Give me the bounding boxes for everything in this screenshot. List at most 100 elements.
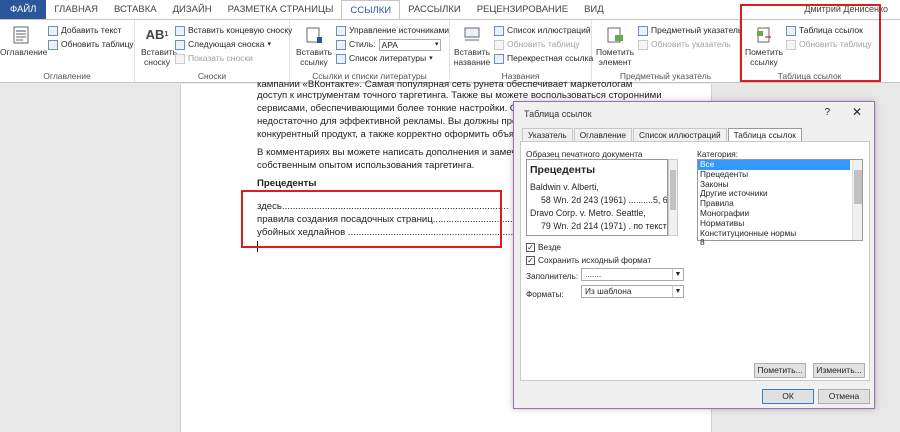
show-notes-label: Показать сноски <box>188 53 253 63</box>
keep-format-checkbox[interactable]: ✓ Сохранить исходный формат <box>526 255 651 265</box>
scrollbar-thumb[interactable] <box>854 170 862 204</box>
checkmark-icon: ✓ <box>526 255 535 265</box>
ok-button[interactable]: ОК <box>762 389 814 404</box>
leader-select[interactable]: ....... ▼ <box>581 268 684 281</box>
category-label: Категория: <box>697 149 739 159</box>
insert-table-figures-label: Список иллюстраций <box>507 25 591 35</box>
preview-label: Образец печатного документа <box>526 149 643 159</box>
cross-reference-button[interactable]: Перекрестная ссылка <box>494 52 593 65</box>
manage-sources-icon <box>336 25 346 36</box>
update-icon <box>638 39 648 50</box>
formats-label: Форматы: <box>526 289 564 299</box>
tab-view[interactable]: ВИД <box>576 0 612 20</box>
insert-footnote-button[interactable]: AB 1 Вставить сноску <box>141 22 177 67</box>
dialog-tabs: Указатель Оглавление Список иллюстраций … <box>522 128 803 141</box>
highlight-box-document <box>241 190 502 248</box>
update-index-button[interactable]: Обновить указатель <box>638 38 731 51</box>
insert-table-figures-button[interactable]: Список иллюстраций <box>494 24 591 37</box>
insert-footnote-label: Вставить сноску <box>141 47 178 67</box>
index-icon <box>638 25 648 36</box>
tab-references[interactable]: ССЫЛКИ <box>341 0 401 20</box>
add-text-button[interactable]: Добавить текст <box>48 24 121 37</box>
tab-table-authorities[interactable]: Таблица ссылок <box>727 128 802 141</box>
chevron-down-icon: ▼ <box>672 286 683 297</box>
mark-entry-icon <box>604 24 626 46</box>
preview-line: Dravo Corp. v. Metro. Seattle, <box>530 208 646 218</box>
close-icon[interactable]: ✕ <box>852 105 862 119</box>
chevron-down-icon: ▾ <box>267 41 271 48</box>
preview-scrollbar[interactable] <box>668 159 678 236</box>
insert-index-button[interactable]: Предметный указатель <box>638 24 742 37</box>
update-icon <box>494 39 504 50</box>
manage-sources-label: Управление источниками <box>349 25 450 35</box>
mark-entry-button[interactable]: Пометить элемент <box>594 22 636 67</box>
bibliography-label: Список литературы <box>349 53 427 63</box>
chevron-down-icon: ▾ <box>435 40 439 48</box>
table-figures-icon <box>494 25 504 36</box>
help-icon[interactable]: ? <box>824 107 830 118</box>
manage-sources-button[interactable]: Управление источниками <box>336 24 449 37</box>
update-figures-table-button[interactable]: Обновить таблицу <box>494 38 580 51</box>
citation-icon <box>303 24 325 46</box>
tab-home[interactable]: ГЛАВНАЯ <box>46 0 106 20</box>
show-notes-button[interactable]: Показать сноски <box>175 52 253 65</box>
formats-value: Из шаблона <box>585 286 632 296</box>
formats-select[interactable]: Из шаблона ▼ <box>581 285 684 298</box>
bibliography-button[interactable]: Список литературы ▾ <box>336 52 433 65</box>
insert-endnote-button[interactable]: Вставить концевую сноску <box>175 24 292 37</box>
toa-dialog: Таблица ссылок ? ✕ Указатель Оглавление … <box>513 101 875 409</box>
cancel-button[interactable]: Отмена <box>818 389 870 404</box>
tab-page-layout[interactable]: РАЗМЕТКА СТРАНИЦЫ <box>220 0 342 20</box>
bibliography-icon <box>336 53 346 64</box>
group-index: Пометить элемент Предметный указатель Об… <box>592 20 742 82</box>
tab-table-figures[interactable]: Список иллюстраций <box>632 128 727 141</box>
doc-line: сервисами, обеспечивающими более тонкие … <box>257 103 534 114</box>
insert-caption-button[interactable]: Вставить название <box>452 22 492 67</box>
tab-file[interactable]: ФАЙЛ <box>0 0 47 20</box>
preview-line: Baldwin v. Alberti, <box>530 182 599 192</box>
show-notes-icon <box>175 53 185 64</box>
tab-index[interactable]: Указатель <box>522 128 573 141</box>
insert-citation-label: Вставить ссылку <box>295 47 333 67</box>
category-list[interactable]: Все Прецеденты Законы Другие источники П… <box>697 159 863 247</box>
group-captions: Вставить название Список иллюстраций Обн… <box>450 20 593 82</box>
group-footnotes: AB 1 Вставить сноску Вставить концевую сн… <box>135 20 292 82</box>
style-select[interactable]: APA ▾ <box>378 38 441 51</box>
print-preview: Прецеденты Baldwin v. Alberti, 58 Wn. 2d… <box>526 159 668 236</box>
cross-reference-icon <box>494 53 504 64</box>
modify-button[interactable]: Изменить... <box>813 363 865 378</box>
category-scrollbar[interactable] <box>852 160 862 240</box>
tab-mailings[interactable]: РАССЫЛКИ <box>400 0 469 20</box>
doc-line: собственным опытом использования таргети… <box>257 160 475 171</box>
preview-line: 58 Wn. 2d 243 (1961) ..........5, 6 <box>541 195 668 205</box>
endnote-icon <box>175 25 185 36</box>
update-toc-button[interactable]: Обновить таблицу <box>48 38 134 51</box>
tab-insert[interactable]: ВСТАВКА <box>106 0 165 20</box>
mark-citation-dialog-button[interactable]: Пометить... <box>754 363 806 378</box>
leader-label: Заполнитель: <box>526 271 579 281</box>
update-toc-label: Обновить таблицу <box>61 39 134 49</box>
checkmark-icon: ✓ <box>526 242 535 252</box>
tab-review[interactable]: РЕЦЕНЗИРОВАНИЕ <box>469 0 576 20</box>
next-footnote-button[interactable]: Следующая сноска ▾ <box>175 38 271 51</box>
tab-design[interactable]: ДИЗАЙН <box>165 0 220 20</box>
caption-icon <box>461 24 483 46</box>
passim-checkbox[interactable]: ✓ Везде <box>526 242 561 252</box>
passim-label: Везде <box>538 242 562 252</box>
style-icon <box>336 39 346 50</box>
style-value: APA <box>381 39 398 50</box>
scrollbar-thumb[interactable] <box>670 170 676 210</box>
category-item[interactable]: Конституционные нормы <box>698 228 862 239</box>
chevron-down-icon: ▾ <box>429 55 433 62</box>
next-footnote-label: Следующая сноска <box>188 39 265 49</box>
doc-line: В комментариях вы можете написать дополн… <box>257 147 533 158</box>
toc-button[interactable]: Оглавление <box>0 22 47 57</box>
insert-citation-button[interactable]: Вставить ссылку <box>294 22 334 67</box>
cross-reference-label: Перекрестная ссылка <box>507 53 594 63</box>
category-item[interactable]: 8 <box>698 238 862 248</box>
tab-toc[interactable]: Оглавление <box>573 128 632 141</box>
toc-label: Оглавление <box>0 47 48 57</box>
leader-value: ....... <box>585 269 602 279</box>
next-footnote-icon <box>175 39 185 50</box>
keep-format-label: Сохранить исходный формат <box>538 255 652 265</box>
